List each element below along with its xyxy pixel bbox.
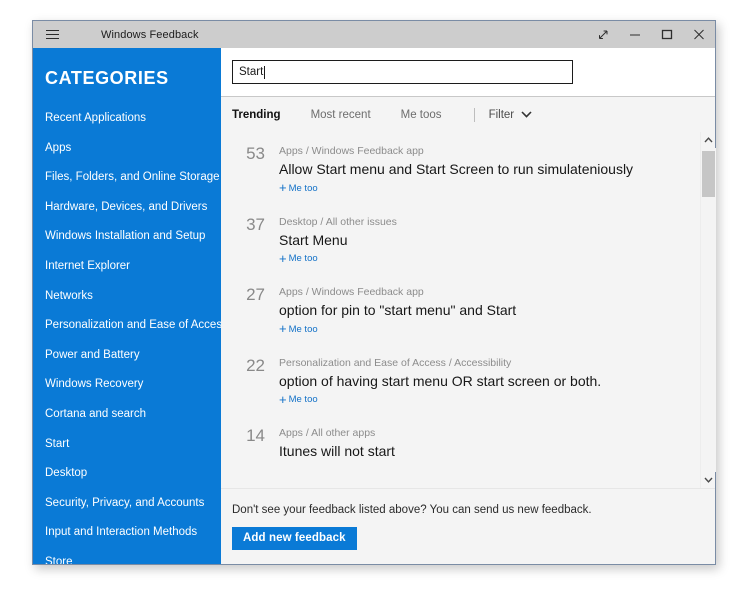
me-too-label: Me too [289, 183, 318, 194]
sidebar-category-list: Recent Applications Apps Files, Folders,… [33, 104, 221, 564]
sidebar-item-windows-recovery[interactable]: Windows Recovery [33, 370, 221, 400]
sidebar-item-personalization-ease-of-access[interactable]: Personalization and Ease of Access [33, 311, 221, 341]
list-scrollbar[interactable] [700, 132, 715, 488]
me-too-button[interactable]: + Me too [279, 324, 318, 335]
maximize-icon[interactable] [651, 21, 683, 48]
chevron-down-icon [521, 109, 532, 121]
me-too-label: Me too [289, 253, 318, 264]
text-caret [264, 66, 265, 79]
feedback-title[interactable]: Start Menu [279, 230, 700, 250]
sidebar-item-networks[interactable]: Networks [33, 282, 221, 312]
feedback-item[interactable]: 27 Apps / Windows Feedback app option fo… [221, 281, 700, 338]
search-input-value: Start [239, 66, 263, 78]
sidebar-item-cortana-and-search[interactable]: Cortana and search [33, 400, 221, 430]
feedback-body: Apps / All other apps Itunes will not st… [279, 426, 700, 461]
me-too-button[interactable]: + Me too [279, 253, 318, 264]
sidebar-item-recent-applications[interactable]: Recent Applications [33, 104, 221, 134]
plus-icon: + [279, 395, 287, 405]
sidebar-heading: CATEGORIES [33, 48, 221, 90]
feedback-title[interactable]: option of having start menu OR start scr… [279, 371, 700, 391]
chevron-up-icon[interactable] [701, 132, 716, 148]
feedback-category: Desktop / All other issues [279, 215, 700, 229]
vote-count: 27 [231, 285, 279, 338]
vote-count: 37 [231, 215, 279, 268]
feedback-list-wrap: 53 Apps / Windows Feedback app Allow Sta… [221, 132, 715, 488]
search-zone: Start [221, 48, 715, 97]
filter-label: Filter [489, 109, 515, 121]
sidebar-item-hardware-devices-drivers[interactable]: Hardware, Devices, and Drivers [33, 193, 221, 223]
vote-count: 14 [231, 426, 279, 461]
plus-icon: + [279, 324, 287, 334]
me-too-label: Me too [289, 324, 318, 335]
feedback-list: 53 Apps / Windows Feedback app Allow Sta… [221, 132, 700, 488]
window-body: CATEGORIES Recent Applications Apps File… [33, 48, 715, 564]
sidebar-item-windows-installation-setup[interactable]: Windows Installation and Setup [33, 222, 221, 252]
feedback-body: Apps / Windows Feedback app option for p… [279, 285, 700, 338]
feedback-category: Apps / Windows Feedback app [279, 144, 700, 158]
tab-trending[interactable]: Trending [232, 109, 299, 121]
footer: Don't see your feedback listed above? Yo… [221, 488, 715, 564]
footer-text: Don't see your feedback listed above? Yo… [232, 502, 715, 518]
sidebar-item-power-and-battery[interactable]: Power and Battery [33, 341, 221, 371]
feedback-item[interactable]: 22 Personalization and Ease of Access / … [221, 352, 700, 409]
feedback-title[interactable]: option for pin to "start menu" and Start [279, 300, 700, 320]
feedback-category: Apps / Windows Feedback app [279, 285, 700, 299]
minimize-icon[interactable] [619, 21, 651, 48]
feedback-category: Apps / All other apps [279, 426, 700, 440]
scrollbar-thumb[interactable] [702, 151, 715, 197]
tab-me-toos[interactable]: Me toos [401, 109, 460, 121]
tab-divider [474, 108, 475, 122]
me-too-button[interactable]: + Me too [279, 183, 318, 194]
sidebar-item-input-interaction-methods[interactable]: Input and Interaction Methods [33, 518, 221, 548]
add-new-feedback-button[interactable]: Add new feedback [232, 527, 357, 550]
feedback-body: Personalization and Ease of Access / Acc… [279, 356, 700, 409]
chevron-down-icon[interactable] [701, 472, 716, 488]
feedback-title[interactable]: Allow Start menu and Start Screen to run… [279, 159, 700, 179]
feedback-category: Personalization and Ease of Access / Acc… [279, 356, 700, 370]
sidebar: CATEGORIES Recent Applications Apps File… [33, 48, 221, 564]
filter-button[interactable]: Filter [489, 109, 533, 121]
feedback-item[interactable]: 14 Apps / All other apps Itunes will not… [221, 422, 700, 461]
plus-icon: + [279, 183, 287, 193]
sidebar-item-security-privacy-accounts[interactable]: Security, Privacy, and Accounts [33, 489, 221, 519]
app-window: Windows Feedback [32, 20, 716, 565]
plus-icon: + [279, 254, 287, 264]
sidebar-item-internet-explorer[interactable]: Internet Explorer [33, 252, 221, 282]
me-too-button[interactable]: + Me too [279, 394, 318, 405]
title-bar: Windows Feedback [33, 21, 715, 48]
hamburger-icon[interactable] [33, 21, 71, 48]
feedback-title[interactable]: Itunes will not start [279, 441, 700, 461]
restore-arrow-icon[interactable] [587, 21, 619, 48]
feedback-item[interactable]: 37 Desktop / All other issues Start Menu… [221, 211, 700, 268]
main-panel: Start Trending Most recent Me toos Filte… [221, 48, 715, 564]
sidebar-item-desktop[interactable]: Desktop [33, 459, 221, 489]
window-controls [587, 21, 715, 48]
sidebar-item-files-folders-online-storage[interactable]: Files, Folders, and Online Storage [33, 163, 221, 193]
sidebar-item-store[interactable]: Store [33, 548, 221, 564]
feedback-body: Desktop / All other issues Start Menu + … [279, 215, 700, 268]
sidebar-item-start[interactable]: Start [33, 430, 221, 460]
sidebar-item-apps[interactable]: Apps [33, 134, 221, 164]
vote-count: 53 [231, 144, 279, 197]
scrollbar-track[interactable] [701, 148, 716, 472]
me-too-label: Me too [289, 394, 318, 405]
tab-most-recent[interactable]: Most recent [311, 109, 389, 121]
vote-count: 22 [231, 356, 279, 409]
search-input[interactable]: Start [232, 60, 573, 84]
window-title: Windows Feedback [101, 29, 199, 41]
feedback-item[interactable]: 53 Apps / Windows Feedback app Allow Sta… [221, 140, 700, 197]
close-icon[interactable] [683, 21, 715, 48]
feedback-body: Apps / Windows Feedback app Allow Start … [279, 144, 700, 197]
tab-bar: Trending Most recent Me toos Filter [221, 97, 715, 132]
